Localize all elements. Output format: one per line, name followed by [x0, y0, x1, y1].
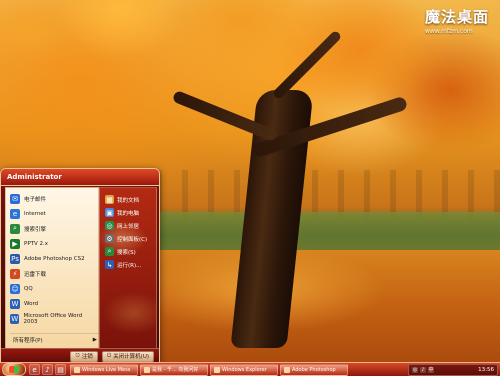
place-item[interactable]: ↳ 运行(R)...: [102, 258, 154, 271]
program-label: PPTV 2.x: [24, 240, 49, 247]
shutdown-button[interactable]: ⏻ 关闭计算机(U): [101, 350, 154, 362]
start-menu-footer: ⎋ 注销 ⏻ 关闭计算机(U): [1, 348, 159, 363]
place-item[interactable]: ▦ 我的文档: [102, 193, 154, 206]
taskbar-button-label: Adobe Photoshop: [292, 366, 336, 373]
taskbar-button[interactable]: Windows Explorer: [210, 363, 278, 376]
program-item[interactable]: W Microsoft Office Word 2003: [6, 311, 98, 326]
place-label: 运行(R)...: [117, 262, 142, 269]
mail-icon: ✉: [10, 193, 20, 204]
start-menu-header: Administrator: [1, 169, 159, 186]
taskbar-button-label: 是我 - 千... 向我问好: [152, 367, 199, 373]
logoff-label: 注销: [81, 354, 93, 360]
shutdown-label: 关闭计算机(U): [113, 354, 149, 360]
network-icon: ◎: [105, 221, 114, 230]
folder-icon: [214, 366, 220, 373]
program-label: Word: [24, 300, 39, 307]
system-tray: ◎ ♪ 中 13:56: [408, 363, 498, 376]
pptv-icon: ▶: [10, 238, 20, 249]
network-icon[interactable]: ◎: [412, 366, 418, 373]
watermark-url: www.mfzm.com: [425, 28, 473, 35]
start-menu-places-pane: ▦ 我的文档 ▣ 我的电脑 ◎ 网上邻居 ⚙ 控制面板(C) ⌕ 搜索(S) ↳…: [99, 187, 157, 349]
all-programs-button[interactable]: 所有程序(P) ▶: [10, 333, 100, 346]
search-icon: ⌕: [10, 223, 20, 234]
media-icon[interactable]: ♪: [42, 364, 53, 375]
place-item[interactable]: ◎ 网上邻居: [102, 219, 154, 232]
photoshop-icon: [284, 366, 290, 373]
program-item[interactable]: ⚡ 迅雷下载: [6, 266, 98, 281]
user-name: Administrator: [7, 173, 62, 181]
logoff-icon: ⎋: [75, 352, 80, 359]
program-label: 迅雷下载: [24, 271, 47, 278]
taskbar-buttons: Windows Live Mess 是我 - 千... 向我问好 Windows…: [70, 363, 348, 376]
control-panel-icon: ⚙: [105, 234, 114, 243]
arrow-right-icon: ▶: [92, 337, 97, 343]
logoff-button[interactable]: ⎋ 注销: [70, 350, 98, 362]
program-label: Adobe Photoshop CS2: [24, 255, 85, 262]
start-button[interactable]: [2, 363, 26, 376]
chat-icon: [144, 366, 150, 373]
start-menu: Administrator ✉ 电子邮件 e Internet ⌕ 搜索引擎 ▶…: [0, 168, 160, 364]
place-item[interactable]: ⌕ 搜索(S): [102, 245, 154, 258]
watermark-name: 魔法桌面: [425, 8, 490, 26]
start-menu-programs-pane: ✉ 电子邮件 e Internet ⌕ 搜索引擎 ▶ PPTV 2.x Ps A…: [5, 187, 100, 349]
program-item[interactable]: Ps Adobe Photoshop CS2: [6, 251, 98, 266]
program-item[interactable]: ☺ QQ: [6, 281, 98, 296]
photoshop-icon: Ps: [10, 253, 20, 264]
taskbar: e ♪ ▤ Windows Live Mess 是我 - 千... 向我问好 W…: [0, 362, 500, 376]
place-label: 我的文档: [117, 197, 140, 204]
place-item[interactable]: ⚙ 控制面板(C): [102, 232, 154, 245]
volume-icon[interactable]: ♪: [420, 366, 426, 373]
tray-icons: ◎ ♪ 中: [412, 366, 434, 373]
folder-icon[interactable]: ▤: [55, 364, 66, 375]
power-buttons: ⎋ 注销 ⏻ 关闭计算机(U): [70, 350, 154, 362]
program-label: Internet: [24, 210, 46, 217]
clock[interactable]: 13:56: [478, 367, 494, 373]
taskbar-button[interactable]: Windows Live Mess: [70, 363, 138, 376]
program-item[interactable]: ▶ PPTV 2.x: [6, 236, 98, 251]
ie-icon: e: [10, 208, 20, 219]
word-icon: W: [10, 298, 20, 309]
taskbar-button[interactable]: 是我 - 千... 向我问好: [140, 363, 208, 376]
program-item[interactable]: e Internet: [6, 206, 98, 221]
power-icon: ⏻: [106, 352, 112, 359]
search-icon: ⌕: [105, 247, 114, 256]
place-label: 控制面板(C): [117, 236, 148, 243]
qq-icon: ☺: [10, 283, 20, 294]
program-list: ✉ 电子邮件 e Internet ⌕ 搜索引擎 ▶ PPTV 2.x Ps A…: [6, 191, 98, 326]
run-icon: ↳: [105, 260, 114, 269]
places-list: ▦ 我的文档 ▣ 我的电脑 ◎ 网上邻居 ⚙ 控制面板(C) ⌕ 搜索(S) ↳…: [102, 193, 154, 271]
quick-launch: e ♪ ▤: [29, 364, 66, 375]
messenger-icon: [74, 366, 80, 373]
taskbar-button[interactable]: Adobe Photoshop: [280, 363, 348, 376]
ime-icon[interactable]: 中: [428, 366, 434, 373]
program-item[interactable]: ⌕ 搜索引擎: [6, 221, 98, 236]
computer-icon: ▣: [105, 208, 114, 217]
program-label: QQ: [24, 285, 33, 292]
place-label: 网上邻居: [117, 223, 140, 230]
taskbar-button-label: Windows Explorer: [222, 366, 267, 373]
watermark-logo: 魔法桌面 www.mfzm.com: [425, 6, 495, 36]
program-label: 搜索引擎: [24, 226, 47, 233]
all-programs-label: 所有程序(P): [13, 338, 43, 344]
place-item[interactable]: ▣ 我的电脑: [102, 206, 154, 219]
program-item[interactable]: W Word: [6, 296, 98, 311]
program-label: 电子邮件: [24, 196, 47, 203]
place-label: 我的电脑: [117, 210, 140, 217]
documents-icon: ▦: [105, 195, 114, 204]
thunder-icon: ⚡: [10, 268, 20, 279]
windows-logo-icon: [9, 366, 19, 373]
program-label: Microsoft Office Word 2003: [23, 312, 83, 325]
program-item[interactable]: ✉ 电子邮件: [6, 191, 98, 206]
word-icon: W: [10, 313, 20, 324]
taskbar-button-label: Windows Live Mess: [82, 366, 131, 373]
browser-icon[interactable]: e: [29, 364, 40, 375]
place-label: 搜索(S): [117, 249, 136, 256]
